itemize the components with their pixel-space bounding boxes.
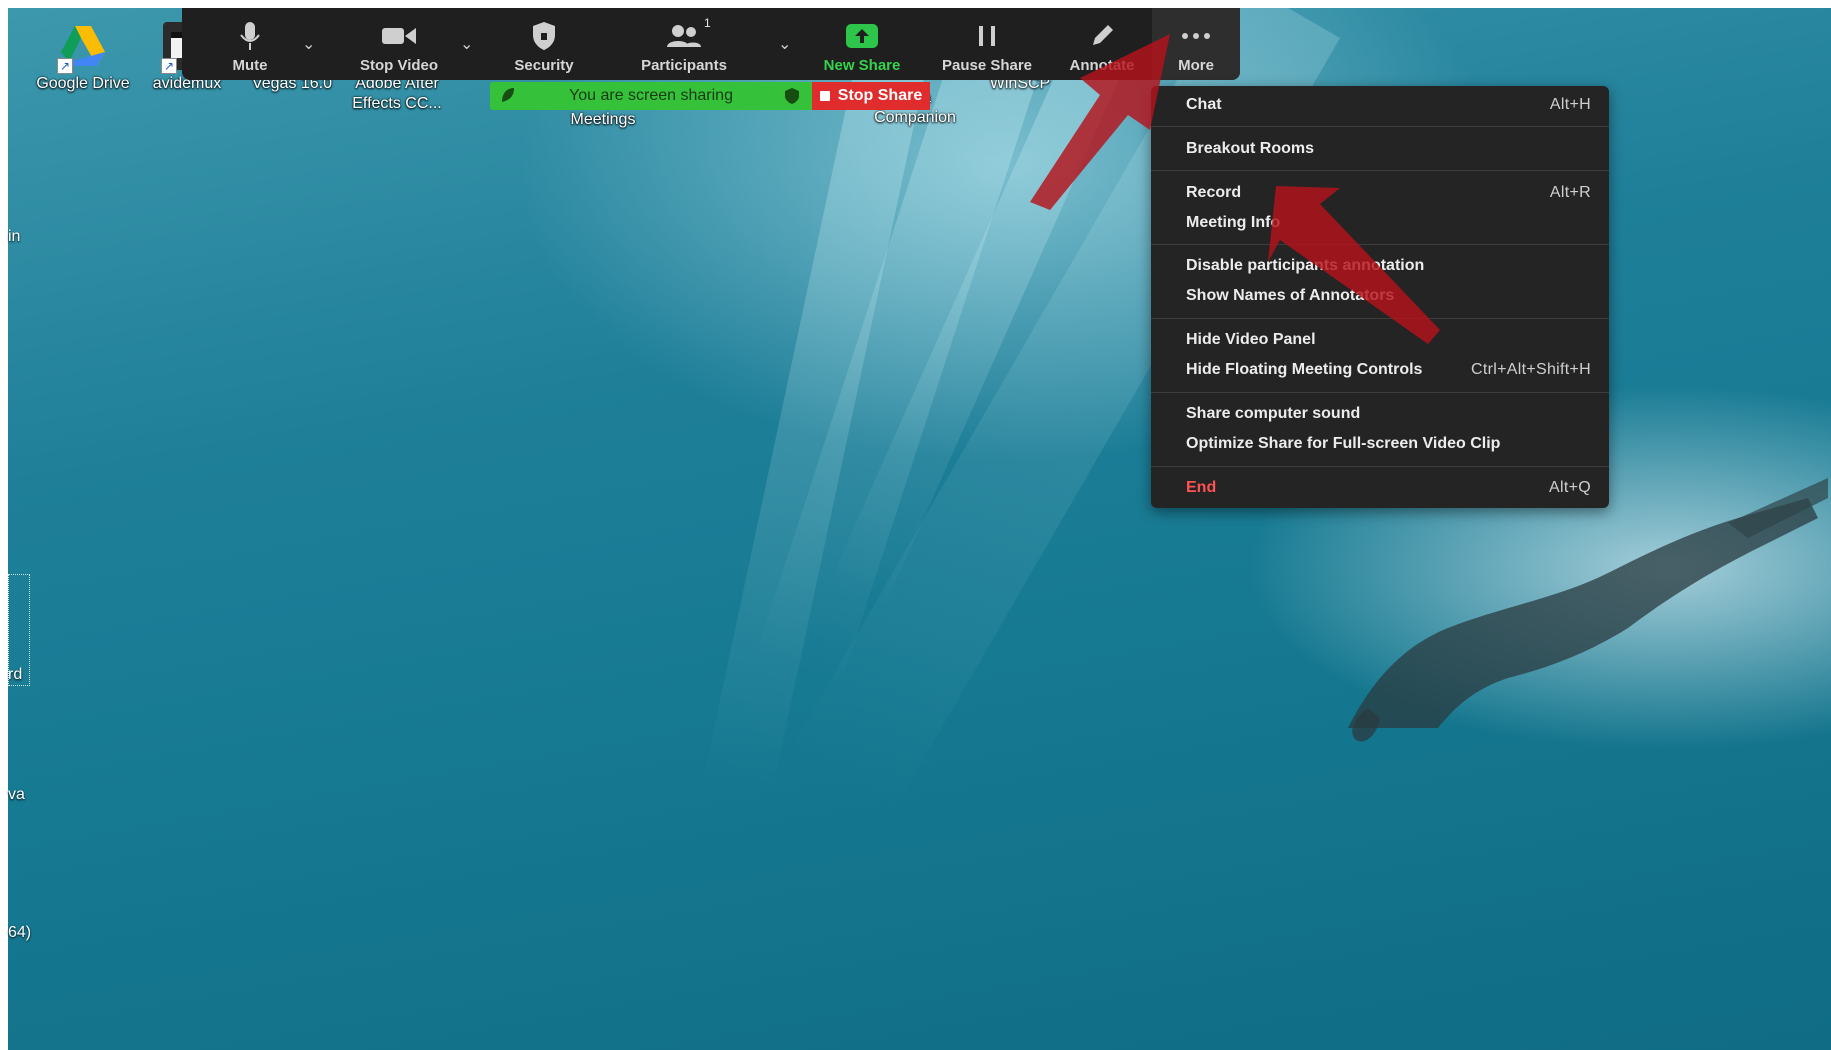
more-label: More (1178, 57, 1214, 74)
screen-sharing-banner: You are screen sharing (490, 82, 812, 110)
menu-divider (1151, 318, 1609, 319)
share-screen-icon (845, 19, 879, 53)
menu-divider (1151, 244, 1609, 245)
participants-options-chevron-icon[interactable]: ⌄ (778, 34, 791, 54)
menu-item-meeting-info[interactable]: Meeting Info (1186, 209, 1591, 237)
menu-item-label: Optimize Share for Full-screen Video Cli… (1186, 435, 1501, 452)
menu-divider (1151, 126, 1609, 127)
more-button[interactable]: More (1152, 8, 1240, 80)
security-label: Security (514, 57, 574, 74)
menu-item-label: Record (1186, 184, 1242, 201)
annotate-label: Annotate (1069, 57, 1135, 74)
edge-label: 64) (8, 924, 32, 941)
audio-options-chevron-icon[interactable]: ⌄ (302, 34, 315, 54)
desktop-icon-label: Meetings (570, 111, 636, 128)
menu-item-hide-floating-meeting-controls[interactable]: Hide Floating Meeting Controls Ctrl+Alt+… (1186, 356, 1591, 384)
menu-item-show-names-of-annotators[interactable]: Show Names of Annotators (1186, 282, 1591, 310)
more-menu: Chat Alt+H Breakout Rooms Record Alt+R M… (1151, 86, 1609, 508)
video-options-chevron-icon[interactable]: ⌄ (460, 34, 473, 54)
desktop-icon-meetings[interactable]: Meetings (548, 110, 658, 134)
pause-icon (976, 19, 998, 53)
pause-share-label: Pause Share (941, 57, 1033, 74)
swimmer-silhouette (1348, 478, 1828, 742)
new-share-label: New Share (823, 57, 901, 74)
menu-item-label: Hide Video Panel (1186, 331, 1316, 348)
pencil-icon (1089, 19, 1115, 53)
menu-item-shortcut: Ctrl+Alt+Shift+H (1471, 361, 1591, 378)
participants-button[interactable]: Participants (624, 8, 744, 80)
stop-square-icon (819, 91, 830, 101)
stop-video-label: Stop Video (359, 57, 439, 74)
new-share-button[interactable]: New Share (812, 8, 912, 80)
menu-item-shortcut: Alt+Q (1549, 479, 1591, 496)
encryption-shield-icon (785, 88, 799, 104)
shortcut-arrow-icon: ↗ (161, 58, 177, 74)
menu-item-label: End (1186, 479, 1217, 496)
participant-count-badge: 1 (704, 16, 711, 30)
menu-item-label: Disable participants annotation (1186, 257, 1425, 274)
menu-item-shortcut: Alt+R (1549, 184, 1591, 201)
menu-item-label: Meeting Info (1186, 214, 1281, 231)
video-camera-icon (381, 19, 417, 53)
stop-video-button[interactable]: Stop Video (344, 8, 454, 80)
menu-item-label: Share computer sound (1186, 405, 1361, 422)
stop-share-button[interactable]: Stop Share (812, 82, 930, 110)
google-drive-icon: ↗ (57, 22, 107, 74)
meeting-toolbar: Mute ⌄ Stop Video ⌄ Security Participant… (182, 8, 1240, 80)
pause-share-button[interactable]: Pause Share (927, 8, 1047, 80)
menu-divider (1151, 466, 1609, 467)
menu-item-optimize-share-video[interactable]: Optimize Share for Full-screen Video Cli… (1186, 430, 1591, 458)
menu-item-label: Show Names of Annotators (1186, 287, 1395, 304)
security-button[interactable]: Security (494, 8, 594, 80)
menu-divider (1151, 392, 1609, 393)
microphone-icon (239, 19, 261, 53)
menu-divider (1151, 170, 1609, 171)
menu-item-hide-video-panel[interactable]: Hide Video Panel (1186, 326, 1591, 354)
edge-label: in (8, 228, 21, 245)
menu-item-disable-participants-annotation[interactable]: Disable participants annotation (1186, 252, 1591, 280)
menu-item-label: Hide Floating Meeting Controls (1186, 361, 1423, 378)
mute-button[interactable]: Mute (210, 8, 290, 80)
screen-sharing-text: You are screen sharing (569, 87, 733, 104)
mute-label: Mute (232, 57, 268, 74)
edge-label: va (8, 786, 25, 803)
sharing-indicator-icon (502, 88, 514, 102)
shortcut-arrow-icon: ↗ (57, 58, 73, 74)
menu-item-share-computer-sound[interactable]: Share computer sound (1186, 400, 1591, 428)
menu-item-end[interactable]: End Alt+Q (1186, 474, 1591, 502)
participants-icon (666, 19, 702, 53)
menu-item-label: Breakout Rooms (1186, 140, 1315, 157)
participants-label: Participants (641, 57, 727, 74)
menu-item-breakout-rooms[interactable]: Breakout Rooms (1186, 135, 1591, 163)
annotate-button[interactable]: Annotate (1052, 8, 1152, 80)
desktop-selection-box (8, 574, 30, 686)
menu-item-shortcut: Alt+H (1549, 96, 1591, 113)
menu-item-record[interactable]: Record Alt+R (1186, 179, 1591, 207)
shield-icon (531, 19, 557, 53)
stop-share-label: Stop Share (837, 87, 923, 104)
desktop-icon-label: Google Drive (36, 75, 130, 92)
menu-item-label: Chat (1186, 96, 1222, 113)
more-ellipsis-icon (1181, 19, 1211, 53)
desktop-icon-google-drive[interactable]: ↗ Google Drive (28, 22, 138, 94)
desktop-icon-label: Adobe After Effects CC... (352, 75, 442, 112)
menu-item-chat[interactable]: Chat Alt+H (1186, 91, 1591, 119)
